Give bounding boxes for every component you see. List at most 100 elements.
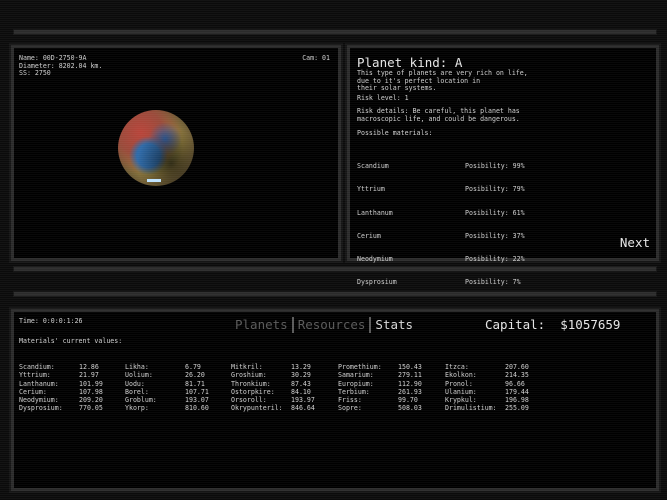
tab-stats[interactable]: Stats bbox=[372, 317, 416, 333]
tab-planets[interactable]: Planets bbox=[232, 317, 291, 333]
value-amount: 99.70 bbox=[398, 396, 418, 405]
value-amount: 87.43 bbox=[291, 379, 311, 388]
value-name: Orsoroll: bbox=[231, 396, 267, 405]
material-possibility: Posibility: 7% bbox=[465, 278, 521, 287]
value-row: Lanthanum: 101.99 bbox=[19, 380, 125, 388]
value-amount: 6.79 bbox=[185, 363, 201, 371]
value-row: Okrypunteril: 846.64 bbox=[231, 404, 337, 412]
values-column: Mitkril: 13.29 Groshium: 30.29 Thronkium: 8… bbox=[231, 363, 337, 413]
value-amount: 214.35 bbox=[505, 371, 529, 380]
material-row: Cerium Posibility: 37% bbox=[357, 231, 557, 241]
value-row: Itzca: 207.60 bbox=[445, 363, 551, 371]
material-row: Dysprosium Posibility: 7% bbox=[357, 279, 557, 287]
value-row: Yttrium: 21.97 bbox=[19, 371, 125, 379]
value-amount: 196.98 bbox=[505, 396, 529, 405]
value-row: Friss: 99.70 bbox=[338, 396, 444, 404]
capital-display: Capital: $1057659 bbox=[485, 317, 621, 332]
value-row: Mitkril: 13.29 bbox=[231, 363, 337, 371]
tab-resources[interactable]: Resources bbox=[295, 317, 369, 333]
value-row: Sopre: 508.03 bbox=[338, 404, 444, 412]
value-name: Thronkium: bbox=[231, 379, 271, 388]
planet-view-image[interactable] bbox=[118, 110, 194, 186]
value-row: Likha: 6.79 bbox=[125, 363, 231, 371]
value-amount: 30.29 bbox=[291, 371, 311, 380]
camera-label: Cam: 01 bbox=[302, 54, 330, 62]
value-name: Drimulistium: bbox=[445, 404, 497, 413]
value-amount: 255.09 bbox=[505, 404, 529, 413]
value-name: Pronol: bbox=[445, 379, 473, 388]
values-column: Itzca: 207.60 Ekolkon: 214.35 Pronol: 96.66… bbox=[445, 363, 551, 413]
middle-divider-bar-lower bbox=[14, 292, 656, 296]
value-amount: 179.44 bbox=[505, 387, 529, 396]
current-values-title: Materials' current values: bbox=[19, 337, 123, 345]
value-name: Terbium: bbox=[338, 387, 370, 396]
tab-separator bbox=[291, 317, 294, 333]
value-name: Samarium: bbox=[338, 371, 374, 380]
value-name: Ostorpkire: bbox=[231, 387, 275, 396]
value-row: Scandium: 12.86 bbox=[19, 363, 125, 371]
middle-divider-bar bbox=[14, 267, 656, 271]
value-name: Groshium: bbox=[231, 371, 267, 380]
tab-separator bbox=[369, 317, 372, 333]
value-amount: 81.71 bbox=[185, 379, 205, 388]
value-amount: 193.07 bbox=[185, 396, 209, 405]
material-values-grid: Scandium: 12.86 Yttrium: 21.97 Lanthanum: 1… bbox=[19, 363, 619, 423]
value-amount: 846.64 bbox=[291, 404, 315, 413]
value-name: Okrypunteril: bbox=[231, 404, 283, 413]
material-name: Neodymium bbox=[357, 254, 393, 263]
possible-materials-list: Scandium Posibility: 99% Yttrium Posibilit… bbox=[357, 148, 557, 302]
material-name: Dysprosium bbox=[357, 278, 397, 287]
value-row: Uodu: 81.71 bbox=[125, 380, 231, 388]
value-row: Cerium: 107.98 bbox=[19, 388, 125, 396]
value-amount: 508.03 bbox=[398, 404, 422, 413]
value-amount: 207.60 bbox=[505, 363, 529, 371]
value-name: Yttrium: bbox=[19, 371, 51, 380]
value-name: Scandium: bbox=[19, 363, 55, 371]
stats-panel: Time: 0:0:0:1:26 Planets Resources Stats… bbox=[14, 312, 656, 488]
material-possibility: Posibility: 22% bbox=[465, 254, 525, 263]
value-row: Europium: 112.90 bbox=[338, 380, 444, 388]
value-name: Lanthanum: bbox=[19, 379, 59, 388]
value-row: Neodymium: 209.20 bbox=[19, 396, 125, 404]
next-button[interactable]: Next bbox=[620, 235, 650, 250]
value-name: Europium: bbox=[338, 379, 374, 388]
value-row: Pronol: 96.66 bbox=[445, 380, 551, 388]
value-name: Likha: bbox=[125, 363, 149, 371]
material-name: Lanthanum bbox=[357, 208, 393, 217]
tab-bar: Planets Resources Stats bbox=[232, 317, 416, 333]
value-row: Drimulistium: 255.09 bbox=[445, 404, 551, 412]
value-amount: 150.43 bbox=[398, 363, 422, 371]
value-name: Ulanium: bbox=[445, 387, 477, 396]
value-amount: 26.20 bbox=[185, 371, 205, 380]
value-name: Uolium: bbox=[125, 371, 153, 380]
risk-details: Risk details: Be careful, this planet ha… bbox=[357, 107, 520, 123]
material-possibility: Posibility: 61% bbox=[465, 208, 525, 217]
value-row: Groshium: 30.29 bbox=[231, 371, 337, 379]
top-divider-bar bbox=[14, 30, 656, 34]
value-row: Orsoroll: 193.97 bbox=[231, 396, 337, 404]
material-row: Neodymium Posibility: 22% bbox=[357, 254, 557, 264]
material-possibility: Posibility: 99% bbox=[465, 162, 525, 171]
values-column: Scandium: 12.86 Yttrium: 21.97 Lanthanum: 1… bbox=[19, 363, 125, 413]
value-amount: 107.98 bbox=[79, 387, 103, 396]
value-name: Krypkul: bbox=[445, 396, 477, 405]
value-amount: 96.66 bbox=[505, 379, 525, 388]
value-amount: 770.05 bbox=[79, 404, 103, 413]
value-row: Promethium: 150.43 bbox=[338, 363, 444, 371]
value-amount: 21.97 bbox=[79, 371, 99, 380]
risk-level: Risk level: 1 bbox=[357, 94, 409, 102]
value-name: Ekolkon: bbox=[445, 371, 477, 380]
material-possibility: Posibility: 37% bbox=[465, 231, 525, 240]
value-name: Cerium: bbox=[19, 387, 47, 396]
value-name: Borel: bbox=[125, 387, 149, 396]
material-row: Yttrium Posibility: 79% bbox=[357, 186, 557, 194]
values-column: Promethium: 150.43 Samarium: 279.11 Europi… bbox=[338, 363, 444, 413]
value-name: Itzca: bbox=[445, 363, 469, 371]
value-name: Mitkril: bbox=[231, 363, 263, 371]
value-amount: 810.60 bbox=[185, 404, 209, 413]
value-amount: 107.71 bbox=[185, 387, 209, 396]
material-name: Scandium bbox=[357, 162, 389, 171]
value-row: Samarium: 279.11 bbox=[338, 371, 444, 379]
value-row: Ulanium: 179.44 bbox=[445, 388, 551, 396]
value-amount: 101.99 bbox=[79, 379, 103, 388]
